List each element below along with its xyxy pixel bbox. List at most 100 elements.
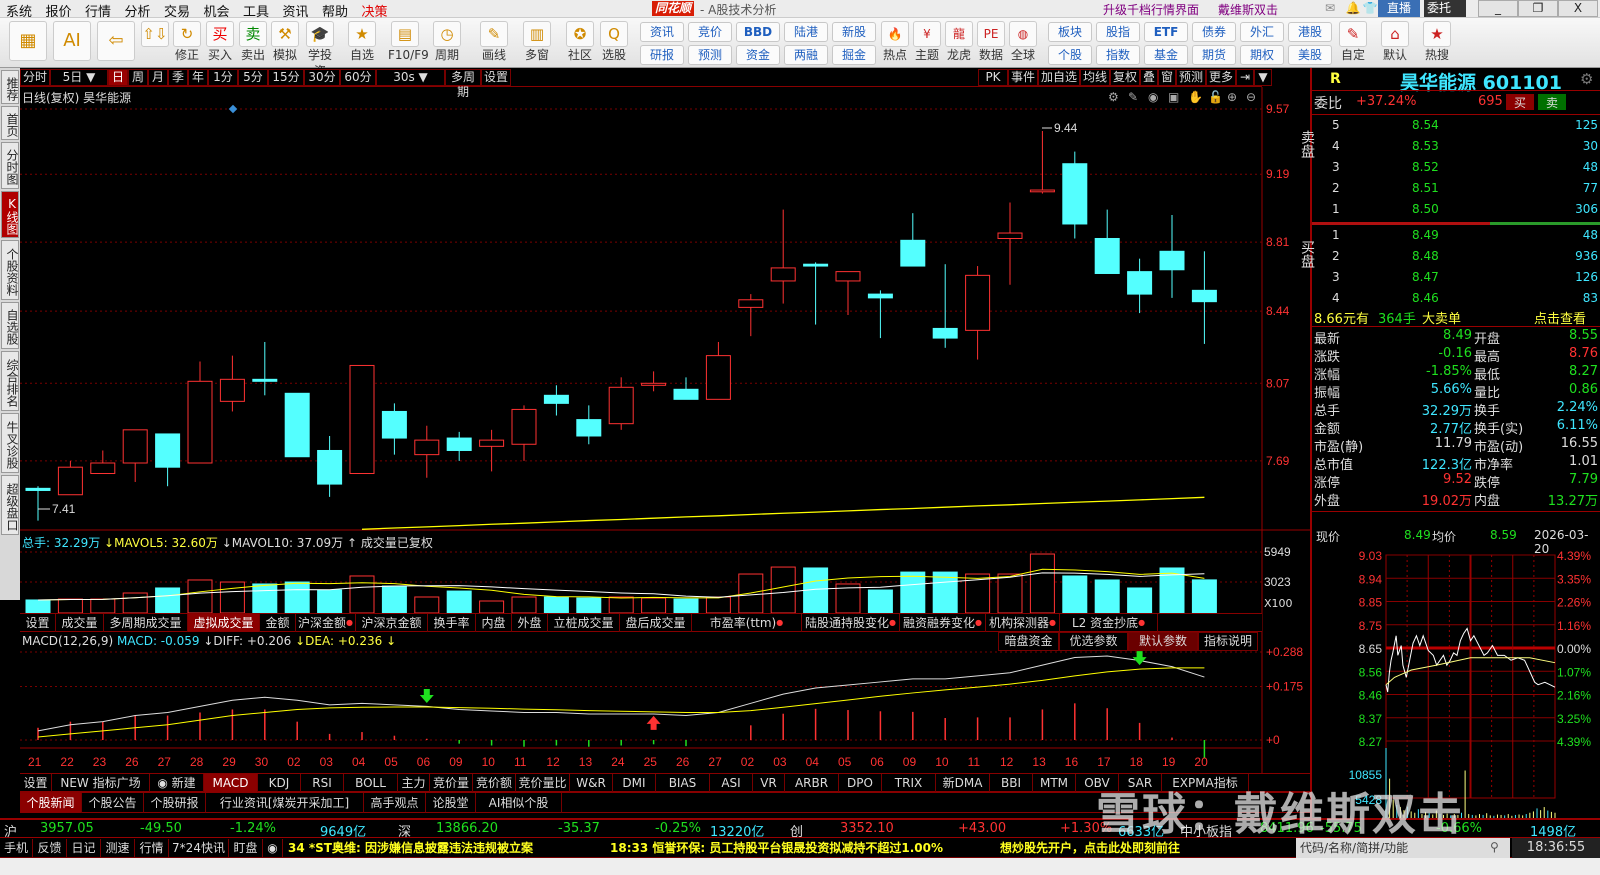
- shirt-icon[interactable]: 👕: [1362, 1, 1378, 16]
- indicator-tab-15[interactable]: VR: [753, 774, 785, 792]
- live-button[interactable]: 直播: [1378, 0, 1420, 17]
- bottom-tab-6[interactable]: 盯盘: [229, 839, 263, 857]
- close-button[interactable]: X: [1558, 0, 1598, 17]
- indicator-tab-22[interactable]: OBV: [1076, 774, 1119, 792]
- volume-tab-12[interactable]: 市盈率(ttm)●: [692, 614, 802, 632]
- macd-name: MACD(12,26,9): [22, 634, 114, 648]
- volume-tab-4[interactable]: 金额: [260, 614, 296, 632]
- toolbar-button-自定[interactable]: ✎ 自定: [1336, 21, 1370, 65]
- big-order-link[interactable]: 点击查看: [1534, 308, 1586, 327]
- indicator-tab-12[interactable]: DMI: [613, 774, 656, 792]
- bottom-tab-2[interactable]: 日记: [67, 839, 101, 857]
- volume-tab-2[interactable]: 多周期成交量: [104, 614, 188, 632]
- entrust-button[interactable]: 委托: [1424, 0, 1466, 17]
- volume-tab-0[interactable]: 设置: [20, 614, 56, 632]
- bottom-tab-7[interactable]: ◉: [263, 839, 283, 857]
- news-tab-6[interactable]: AI相似个股: [476, 793, 562, 813]
- indicator-tab-14[interactable]: ASI: [710, 774, 753, 792]
- indicator-tab-23[interactable]: SAR: [1119, 774, 1162, 792]
- gear-icon[interactable]: ⚙: [1580, 70, 1593, 88]
- minimize-button[interactable]: _: [1478, 0, 1518, 17]
- indicator-tab-19[interactable]: 新DMA: [936, 774, 990, 792]
- toolbar-button-热搜[interactable]: ★ 热搜: [1420, 21, 1454, 65]
- indicator-tab-13[interactable]: BIAS: [656, 774, 710, 792]
- indicator-tab-5[interactable]: RSI: [301, 774, 344, 792]
- indicator-tab-2[interactable]: ◉ 新建: [150, 774, 204, 792]
- indicator-tab-8[interactable]: 竞价量: [430, 774, 473, 792]
- volume-tab-8[interactable]: 内盘: [476, 614, 512, 632]
- news-ticker-item[interactable]: 18:33 恒誉环保: 员工持股平台银晟投资拟减持不超过1.00%: [610, 839, 943, 857]
- volume-tab-13[interactable]: 陆股通持股变化●: [802, 614, 900, 632]
- macd-button-3[interactable]: 指标说明: [1198, 632, 1258, 651]
- indicator-tab-21[interactable]: MTM: [1033, 774, 1076, 792]
- indicator-tab-0[interactable]: 设置: [20, 774, 52, 792]
- bottom-tab-5[interactable]: 7*24快讯: [169, 839, 229, 857]
- indicator-tab-3[interactable]: MACD: [204, 774, 258, 792]
- big-order-type: 大卖单: [1422, 312, 1462, 327]
- indicator-tab-20[interactable]: BBI: [990, 774, 1033, 792]
- indicator-tab-6[interactable]: BOLL: [344, 774, 398, 792]
- bell-icon[interactable]: 🔔: [1345, 1, 1361, 16]
- restore-button[interactable]: ❐: [1518, 0, 1558, 17]
- candle: [155, 433, 181, 468]
- indicator-tab-7[interactable]: 主力: [398, 774, 430, 792]
- news-ticker-item[interactable]: 34 *ST奥维: 因涉嫌信息披露违法违规被立案: [288, 839, 533, 857]
- macd-button-0[interactable]: 暗盘资金: [998, 632, 1059, 651]
- bottom-tab-3[interactable]: 测速: [101, 839, 135, 857]
- indicator-tab-10[interactable]: 竞价量比: [516, 774, 570, 792]
- volume-tab-14[interactable]: 融资融券变化●: [900, 614, 986, 632]
- intraday-pct-tick: 2.16%: [1557, 689, 1591, 703]
- volume-tab-1[interactable]: 成交量: [56, 614, 104, 632]
- news-tab-2[interactable]: 个股研报: [144, 793, 206, 813]
- volume-tab-3[interactable]: 虚拟成交量: [188, 614, 260, 632]
- indicator-tab-16[interactable]: ARBR: [785, 774, 839, 792]
- search-input[interactable]: 代码/名称/简拼/功能: [1296, 838, 1510, 858]
- stat-value: 8.55: [1569, 328, 1598, 343]
- volume-tab-10[interactable]: 立桩成交量: [548, 614, 620, 632]
- news-tab-5[interactable]: 论股堂: [426, 793, 476, 813]
- news-ticker-item[interactable]: 想炒股先开户，点击此处即刻前往: [1000, 839, 1180, 857]
- volume-tab-15[interactable]: 机构探测器●: [986, 614, 1060, 632]
- indicator-tab-24[interactable]: EXPMA指标: [1162, 774, 1249, 792]
- stat-label: 开盘: [1474, 332, 1501, 347]
- date-tick: 29: [222, 755, 236, 769]
- sell-button[interactable]: 卖: [1538, 94, 1566, 110]
- 自定-icon: ✎: [1339, 21, 1367, 47]
- indicator-tab-1[interactable]: NEW 指标广场: [52, 774, 150, 792]
- volume-bar: [673, 598, 699, 614]
- news-tab-3[interactable]: 行业资讯[煤炭开采加工]: [206, 793, 364, 813]
- macd-header: MACD(12,26,9) MACD: -0.059 ↓DIFF: +0.206…: [22, 634, 396, 648]
- buy-button[interactable]: 买: [1506, 94, 1534, 110]
- macd-button-1[interactable]: 优选参数: [1059, 632, 1128, 651]
- toolbar-button-默认[interactable]: ⌂ 默认: [1378, 21, 1412, 65]
- volume-tab-11[interactable]: 盘后成交量: [620, 614, 692, 632]
- bottom-tab-0[interactable]: 手机端: [0, 839, 33, 873]
- indicator-tab-17[interactable]: DPO: [839, 774, 882, 792]
- news-tab-1[interactable]: 个股公告: [82, 793, 144, 813]
- volume-tab-6[interactable]: 沪深京金额: [356, 614, 428, 632]
- news-tab-4[interactable]: 高手观点: [364, 793, 426, 813]
- volume-bar: [219, 581, 245, 614]
- indicator-tab-18[interactable]: TRIX: [882, 774, 936, 792]
- search-icon[interactable]: ⚲: [1490, 840, 1499, 854]
- news-tab-0[interactable]: 个股新闻: [20, 793, 82, 813]
- indicator-tab-4[interactable]: KDJ: [258, 774, 301, 792]
- date-tick: 10: [935, 755, 949, 769]
- mail-icon[interactable]: ✉: [1322, 1, 1338, 16]
- bottom-tab-4[interactable]: 行情: [135, 839, 169, 857]
- bottom-tab-1[interactable]: 反馈: [33, 839, 67, 857]
- macd-button-2[interactable]: 默认参数: [1128, 632, 1198, 651]
- buy-level: 3: [1332, 270, 1340, 284]
- volume-tab-16[interactable]: L2 资金抄底●: [1060, 614, 1158, 632]
- 热搜-icon: ★: [1423, 21, 1451, 47]
- volume-tab-7[interactable]: 换手率: [428, 614, 476, 632]
- indicator-tab-9[interactable]: 竞价额: [473, 774, 516, 792]
- indicator-tab-11[interactable]: W&R: [570, 774, 613, 792]
- intraday-chart[interactable]: 9.03 4.39% 8.94 3.35% 8.85 2.26% 8.75 1.16% 8.65…: [1312, 538, 1600, 818]
- stat-label: 金额: [1314, 422, 1341, 437]
- kline-chart[interactable]: 9.579.198.818.448.077.699.447.4159493023…: [0, 0, 1310, 818]
- volume-bar: [381, 585, 407, 614]
- volume-tab-5[interactable]: 沪深金额●: [296, 614, 356, 632]
- volume-tab-9[interactable]: 外盘: [512, 614, 548, 632]
- new-dot-icon: ●: [1138, 618, 1146, 627]
